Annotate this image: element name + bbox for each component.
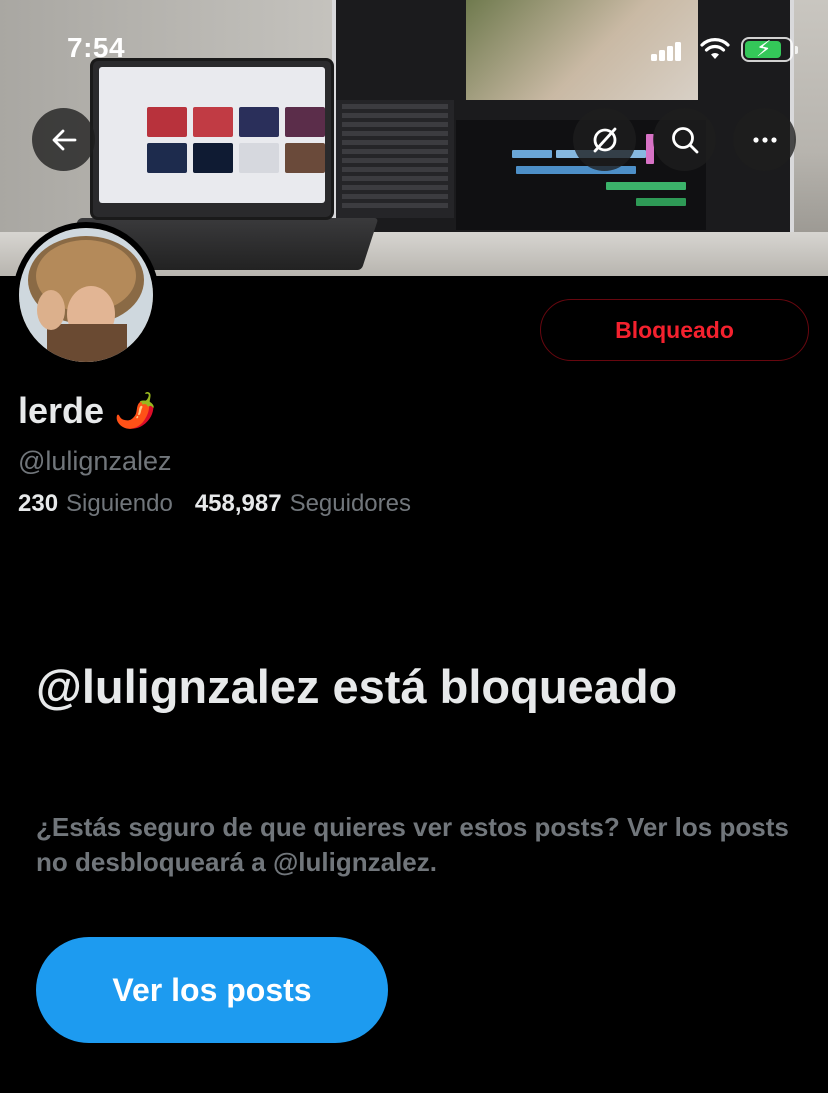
- search-button[interactable]: [653, 108, 716, 171]
- followers-label: Seguidores: [289, 490, 411, 517]
- back-button[interactable]: [32, 108, 95, 171]
- banner-monitor-panel: [336, 100, 454, 218]
- avatar-image: [19, 228, 153, 362]
- profile-name-row: lerde 🌶️: [18, 388, 156, 434]
- followers-link[interactable]: 458,987 Seguidores: [195, 490, 411, 518]
- wifi-icon: [700, 38, 730, 59]
- view-posts-button[interactable]: Ver los posts: [36, 937, 388, 1043]
- chili-pepper-emoji: 🌶️: [114, 392, 157, 430]
- followers-count: 458,987: [194, 490, 282, 517]
- blocked-button[interactable]: Bloqueado: [540, 299, 809, 361]
- following-link[interactable]: 230 Siguiendo: [18, 490, 173, 518]
- display-name: lerde: [18, 390, 105, 431]
- blocked-title: @lulignzalez está bloqueado: [36, 660, 678, 713]
- avatar[interactable]: [13, 222, 159, 368]
- following-label: Siguiendo: [66, 490, 173, 517]
- more-button[interactable]: [733, 108, 796, 171]
- following-count: 230: [18, 490, 59, 517]
- blocked-description: ¿Estás seguro de que quieres ver estos p…: [36, 812, 789, 877]
- battery-icon: ⚡: [741, 36, 798, 62]
- profile-stats: 230 Siguiendo 458,987 Seguidores: [18, 490, 411, 518]
- grok-slash-icon: [593, 127, 616, 152]
- arrow-left-icon: [52, 129, 76, 150]
- status-bar: 7:54 ⚡: [0, 0, 828, 100]
- more-horizontal-icon: [752, 136, 777, 143]
- grok-button[interactable]: [573, 108, 636, 171]
- profile-handle: @lulignzalez: [18, 446, 172, 476]
- cellular-signal-icon: [651, 41, 683, 61]
- status-time: 7:54: [67, 32, 126, 63]
- search-icon: [671, 126, 698, 153]
